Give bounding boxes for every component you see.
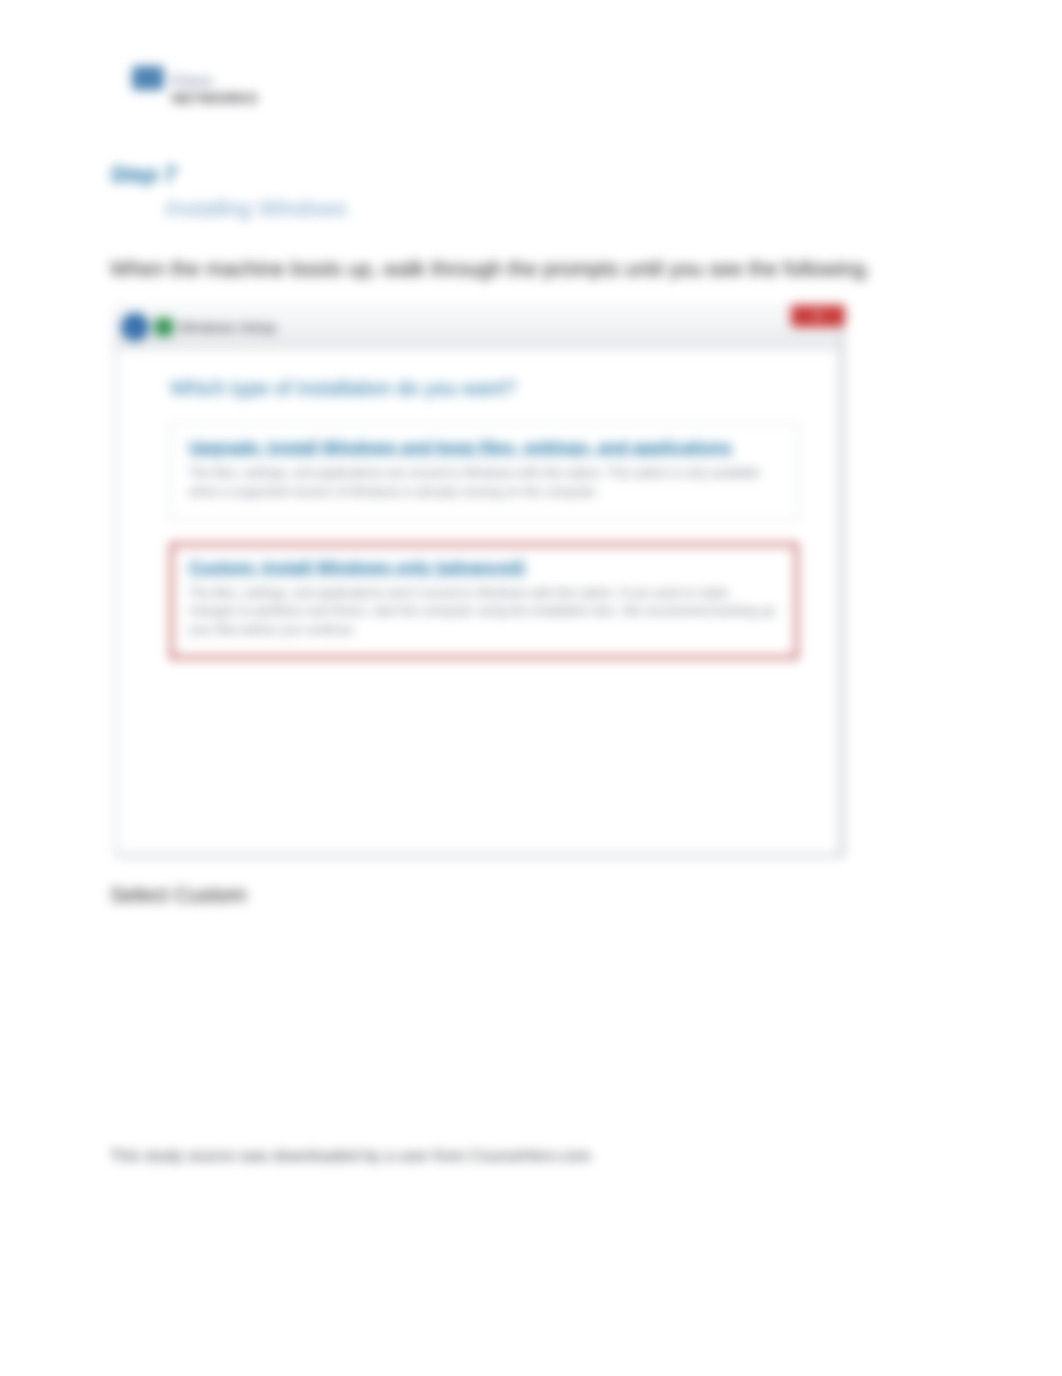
dialog-titlebar: ← Windows Setup ✕ — [115, 307, 841, 347]
brand-logo: Cisco NETWORKS — [132, 68, 1062, 106]
option-upgrade-desc: The files, settings, and applications ar… — [189, 464, 779, 502]
footer-attribution: This study source was downloaded by a us… — [110, 1148, 591, 1166]
logo-text-bottom: NETWORKS — [172, 90, 258, 106]
back-button[interactable]: ← — [121, 313, 149, 341]
close-button[interactable]: ✕ — [791, 305, 845, 327]
close-icon: ✕ — [813, 308, 824, 324]
arrow-left-icon: ← — [127, 318, 143, 336]
logo-text: Cisco NETWORKS — [172, 72, 258, 106]
step-label: Step 7 — [110, 162, 1062, 188]
option-upgrade[interactable]: Upgrade: Install Windows and keep files,… — [170, 423, 798, 521]
windows-setup-dialog: ← Windows Setup ✕ Which type of installa… — [114, 306, 842, 854]
option-custom-title: Custom: Install Windows only (advanced) — [189, 558, 779, 578]
setup-icon — [155, 318, 173, 336]
dialog-heading: Which type of installation do you want? — [170, 378, 798, 401]
dialog-body: Which type of installation do you want? … — [117, 349, 839, 855]
option-custom-desc: The files, settings, and applications ar… — [189, 584, 779, 640]
dialog-title: Windows Setup — [179, 319, 276, 335]
intro-text: When the machine boots up, walk through … — [110, 258, 1062, 282]
step-subtitle: Installing Windows — [165, 196, 1062, 222]
option-custom[interactable]: Custom: Install Windows only (advanced) … — [170, 543, 798, 659]
option-upgrade-title: Upgrade: Install Windows and keep files,… — [189, 438, 779, 458]
logo-mark-icon — [132, 66, 164, 90]
logo-text-top: Cisco — [172, 72, 258, 88]
instruction-select-custom: Select Custom — [110, 884, 1062, 908]
